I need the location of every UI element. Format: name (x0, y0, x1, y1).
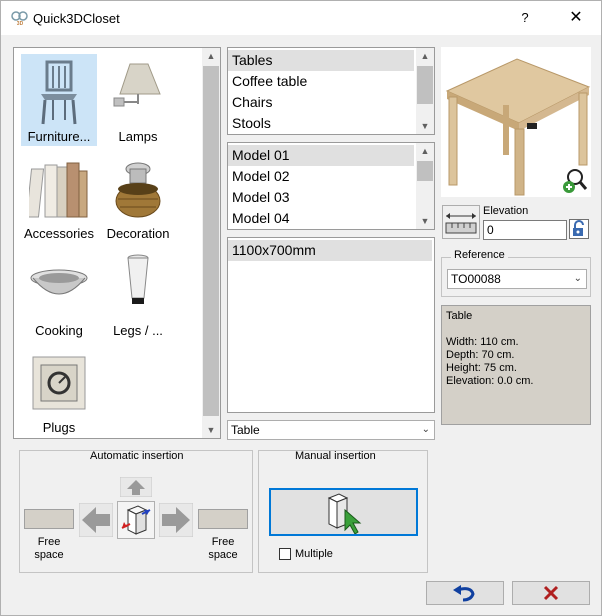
scroll-down-icon[interactable]: ▼ (416, 213, 434, 229)
category-plugs[interactable]: Plugs (21, 345, 97, 437)
list-item[interactable]: Model 02 (228, 166, 414, 187)
elevation-input[interactable]: 0 (483, 220, 567, 240)
type-list[interactable]: Tables Coffee table Chairs Stools ▲ ▼ (227, 47, 435, 135)
reference-select[interactable]: TO00088 ⌄ (447, 269, 587, 289)
category-lamps[interactable]: Lamps (100, 54, 176, 146)
info-height: Height: 75 cm. (446, 362, 517, 374)
category-decoration[interactable]: Decoration (100, 151, 176, 243)
lock-icon (573, 220, 584, 236)
scroll-down-icon[interactable]: ▼ (202, 422, 220, 438)
wok-icon (29, 252, 89, 322)
undo-icon (453, 585, 475, 602)
basket-icon (108, 155, 168, 225)
category-label: Cooking (35, 323, 83, 338)
free-space-left-label: Free space (34, 536, 64, 561)
elevation-ruler-button[interactable] (442, 205, 480, 239)
chair-icon (29, 58, 89, 128)
lamp-icon (108, 58, 168, 128)
ruler-icon (445, 213, 477, 234)
scroll-up-icon[interactable]: ▲ (416, 48, 434, 64)
cancel-x-icon (543, 585, 559, 601)
category-grid: Furniture... Lamps Accessories Decoratio… (14, 48, 200, 438)
plug-icon (29, 349, 89, 419)
category-label: Accessories (23, 226, 95, 241)
category-furniture[interactable]: Furniture... (21, 54, 97, 146)
scroll-up-icon[interactable]: ▲ (202, 48, 220, 64)
list-item[interactable]: Model 01 (228, 145, 414, 166)
manual-insert-button[interactable] (269, 488, 418, 536)
leg-icon (108, 252, 168, 322)
undo-button[interactable] (426, 581, 504, 605)
category-panel: Furniture... Lamps Accessories Decoratio… (13, 47, 221, 439)
app-logo-icon: 3D (11, 10, 29, 27)
arrow-right-icon[interactable] (158, 502, 194, 538)
type-scrollbar[interactable]: ▲ ▼ (416, 48, 434, 134)
type-select[interactable]: Table ⌄ (227, 420, 435, 440)
category-label: Legs / ... (113, 323, 163, 338)
books-icon (25, 155, 89, 225)
elevation-label: Elevation (483, 205, 529, 217)
cabinet-cursor-icon (327, 493, 362, 535)
list-item[interactable]: Coffee table (228, 71, 414, 92)
scroll-up-icon[interactable]: ▲ (416, 143, 434, 159)
category-label: Decoration (106, 226, 170, 241)
category-label: Lamps (118, 129, 158, 144)
model-info-box: Table Width: 110 cm. Depth: 70 cm. Heigh… (441, 305, 591, 425)
dialog-window: 3D Quick3DCloset ? ✕ Furniture... Lamps … (0, 0, 602, 616)
title-bar: 3D Quick3DCloset ? ✕ (1, 1, 601, 35)
manual-insertion-title: Manual insertion (295, 450, 376, 462)
info-depth: Depth: 70 cm. (446, 349, 515, 361)
cabinet-insert-icon (121, 505, 151, 535)
info-width: Width: 110 cm. (446, 336, 519, 348)
free-space-right-label: Free space (208, 536, 238, 561)
automatic-insertion-title: Automatic insertion (90, 450, 184, 462)
category-cooking[interactable]: Cooking (21, 248, 97, 340)
model-preview (441, 47, 591, 197)
list-item[interactable]: Model 04 (228, 208, 414, 229)
model-list[interactable]: Model 01 Model 02 Model 03 Model 04 ▲ ▼ (227, 142, 435, 230)
reference-group-title: Reference (451, 249, 508, 261)
scroll-thumb[interactable] (203, 66, 219, 416)
model-scrollbar[interactable]: ▲ ▼ (416, 143, 434, 229)
list-item[interactable]: Stools (228, 113, 414, 134)
list-item[interactable]: Model 03 (228, 187, 414, 208)
scroll-thumb[interactable] (417, 161, 433, 181)
free-space-right-button[interactable] (198, 509, 248, 529)
list-item[interactable]: Chairs (228, 92, 414, 113)
multiple-label: Multiple (295, 548, 333, 560)
category-accessories[interactable]: Accessories (21, 151, 97, 243)
svg-text:3D: 3D (17, 21, 24, 26)
list-item[interactable]: 1100x700mm (228, 240, 432, 261)
info-name: Table (446, 310, 473, 322)
category-label: Furniture... (27, 129, 91, 144)
auto-insert-cabinet-button[interactable] (117, 501, 155, 539)
chevron-down-icon: ⌄ (573, 273, 582, 284)
lock-button[interactable] (569, 219, 589, 239)
list-item[interactable]: Tables (228, 50, 414, 71)
scroll-down-icon[interactable]: ▼ (416, 118, 434, 134)
scroll-thumb[interactable] (417, 66, 433, 104)
multiple-checkbox[interactable] (279, 548, 291, 560)
arrow-up-icon[interactable] (119, 476, 153, 498)
reference-select-value: TO00088 (451, 272, 501, 286)
info-elevation: Elevation: 0.0 cm. (446, 375, 534, 387)
close-button[interactable]: ✕ (561, 7, 591, 29)
type-select-value: Table (231, 423, 260, 437)
chevron-down-icon: ⌄ (421, 424, 430, 435)
arrow-left-icon[interactable] (78, 502, 114, 538)
category-label: Plugs (42, 420, 76, 435)
cancel-button[interactable] (512, 581, 590, 605)
size-list[interactable]: 1100x700mm (227, 237, 435, 413)
zoom-in-icon[interactable] (561, 167, 589, 195)
category-scrollbar[interactable]: ▲ ▼ (202, 48, 220, 438)
category-legs[interactable]: Legs / ... (100, 248, 176, 340)
free-space-left-button[interactable] (24, 509, 74, 529)
help-button[interactable]: ? (513, 7, 537, 29)
window-title: Quick3DCloset (33, 11, 120, 26)
